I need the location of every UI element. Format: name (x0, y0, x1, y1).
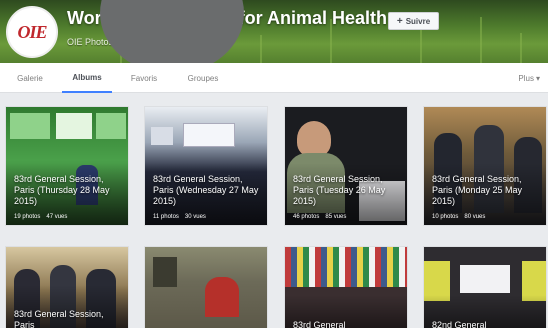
album-title: 83rd General Session, Paris (14, 309, 104, 328)
follow-button[interactable]: + Suivre (388, 12, 439, 30)
tab-albums[interactable]: Albums (62, 63, 112, 93)
photo-count: 19 photos (14, 214, 41, 220)
photo-count: 46 photos (293, 214, 320, 220)
logo-text: OIE (17, 21, 47, 42)
person (153, 257, 177, 287)
album-card[interactable]: 83rd General Session, Paris (Thursday 28… (5, 106, 129, 226)
album-card[interactable]: 83rd General Session, Paris (Wednesday 2… (144, 106, 268, 226)
follow-label: Suivre (405, 16, 431, 26)
album-title: 83rd General Session, Paris (Thursday 28… (14, 174, 110, 206)
view-count: 85 vues (325, 214, 347, 220)
album-title: 82nd General (432, 320, 487, 328)
album-card[interactable]: 82nd General (423, 246, 547, 328)
tab-bar: Galerie Albums Favoris Groupes Plus ▾ (0, 63, 548, 93)
album-title: 83rd General (293, 320, 346, 328)
album-meta: 11 photos 30 vues (153, 214, 212, 220)
album-title: 83rd General Session, Paris (Tuesday 26 … (293, 174, 386, 206)
grass-decoration (260, 35, 262, 63)
album-card[interactable] (144, 246, 268, 328)
album-meta: 10 photos 80 vues (432, 214, 491, 220)
screen (183, 123, 235, 147)
photo-count: 10 photos (432, 214, 459, 220)
more-label: Plus (518, 73, 534, 83)
album-card[interactable]: 83rd General Session, Paris (5, 246, 129, 328)
album-meta: 19 photos 47 vues (14, 214, 73, 220)
album-title: 83rd General Session, Paris (Monday 25 M… (432, 174, 523, 206)
tab-groupes[interactable]: Groupes (176, 63, 230, 93)
banner (56, 113, 92, 139)
view-count: 80 vues (464, 214, 486, 220)
person (205, 277, 239, 317)
profile-logo[interactable]: OIE (6, 6, 58, 58)
album-card[interactable]: 83rd General Session, Paris (Tuesday 26 … (284, 106, 408, 226)
grass-decoration (420, 29, 422, 63)
screen (151, 127, 173, 145)
album-card[interactable]: 83rd General (284, 246, 408, 328)
album-title: 83rd General Session, Paris (Wednesday 2… (153, 174, 259, 206)
speaker-face (297, 121, 331, 157)
banner (10, 113, 50, 139)
photo-count: 11 photos (153, 214, 179, 220)
tab-galerie[interactable]: Galerie (6, 63, 54, 93)
view-count: 30 vues (184, 214, 206, 220)
cover-header: OIE World Organisation for Animal Health… (0, 0, 548, 63)
more-menu[interactable]: Plus ▾ (518, 63, 540, 93)
tab-favoris[interactable]: Favoris (120, 63, 168, 93)
view-count: 47 vues (46, 214, 68, 220)
banner (96, 113, 126, 139)
screen (460, 265, 510, 293)
album-photo (145, 247, 267, 328)
album-meta: 46 photos 85 vues (293, 214, 352, 220)
plus-icon: + (396, 15, 403, 27)
grass-decoration (520, 33, 522, 63)
album-card[interactable]: 83rd General Session, Paris (Monday 25 M… (423, 106, 547, 226)
chevron-down-icon: ▾ (535, 73, 540, 83)
page: OIE World Organisation for Animal Health… (0, 0, 548, 328)
grass-decoration (480, 17, 482, 63)
